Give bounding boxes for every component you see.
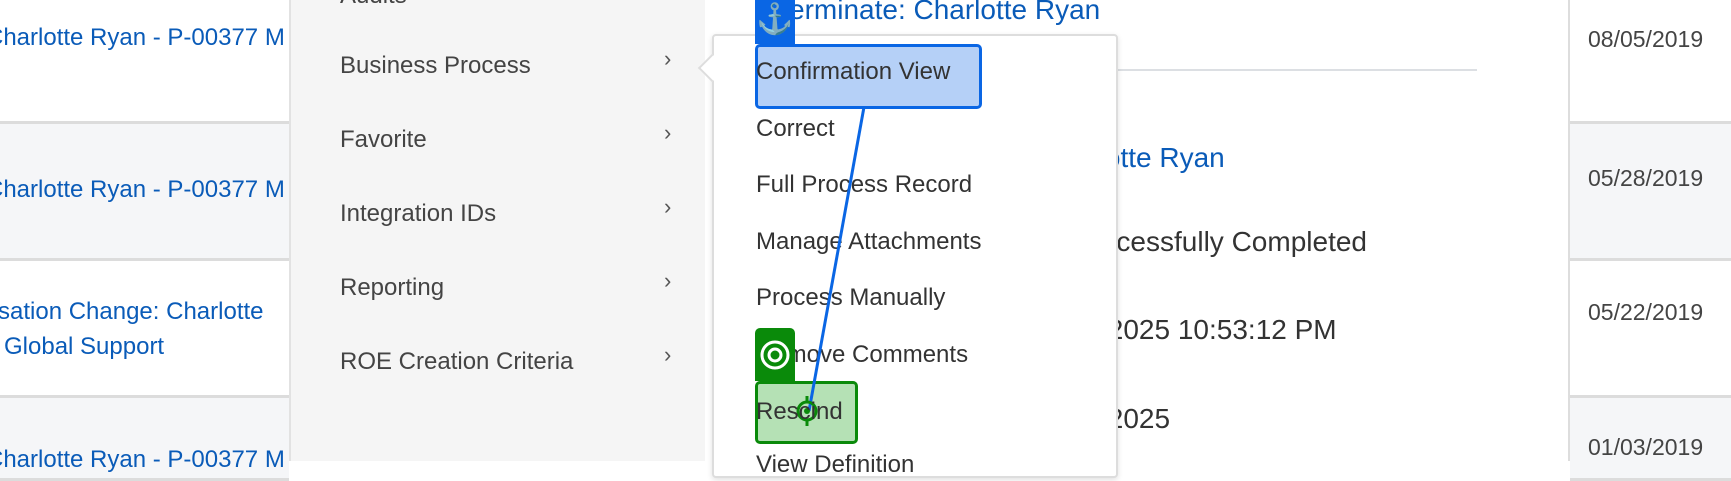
submenu-item-correct[interactable]: Correct bbox=[756, 115, 835, 143]
submenu-item-manage-attachments[interactable]: Manage Attachments bbox=[756, 228, 981, 256]
menu-item-integration-ids[interactable]: Integration IDs bbox=[340, 200, 496, 228]
detail-title[interactable]: Terminate: Charlotte Ryan bbox=[775, 0, 1100, 26]
target-icon bbox=[755, 328, 795, 381]
submenu-item-process-manually[interactable]: Process Manually bbox=[756, 284, 945, 312]
row-link[interactable]: Charlotte Ryan - P-00377 M bbox=[0, 24, 285, 52]
date: 01/03/2019 bbox=[1588, 434, 1704, 460]
chevron-right-icon: › bbox=[664, 46, 672, 71]
menu-item-reporting[interactable]: Reporting bbox=[340, 274, 444, 302]
date-cell: 05/28/2019 bbox=[1570, 124, 1731, 261]
row-link[interactable]: Charlotte Ryan - P-00377 M bbox=[0, 176, 285, 204]
date-cell: 05/22/2019 bbox=[1570, 261, 1731, 398]
submenu-item-full-process-record[interactable]: Full Process Record bbox=[756, 171, 972, 199]
chevron-right-icon: › bbox=[664, 268, 672, 293]
table-row[interactable]: Charlotte Ryan - P-00377 M bbox=[0, 0, 289, 124]
divider bbox=[1100, 69, 1477, 71]
chevron-right-icon: › bbox=[664, 194, 672, 219]
menu-item-business-process[interactable]: Business Process bbox=[340, 52, 531, 80]
date: 05/28/2019 bbox=[1588, 165, 1704, 191]
submenu-item-confirmation-view[interactable]: Confirmation View bbox=[756, 58, 950, 86]
date: 05/22/2019 bbox=[1588, 299, 1704, 325]
table-row[interactable]: sation Change: Charlotte Global Support bbox=[0, 261, 289, 398]
row-link[interactable]: sation Change: Charlotte bbox=[0, 298, 264, 326]
submenu-item-rescind[interactable]: Rescind bbox=[756, 398, 843, 426]
date: 08/05/2019 bbox=[1588, 26, 1704, 52]
date-column: 08/05/2019 05/28/2019 05/22/2019 01/03/2… bbox=[1568, 0, 1731, 481]
date-cell: 08/05/2019 bbox=[1570, 0, 1731, 124]
related-actions-menu: Audits Business Process › Favorite › Int… bbox=[289, 0, 705, 461]
menu-item-favorite[interactable]: Favorite bbox=[340, 126, 427, 154]
chevron-right-icon: › bbox=[664, 120, 672, 145]
menu-item-audits[interactable]: Audits bbox=[340, 0, 407, 10]
row-link[interactable]: Charlotte Ryan - P-00377 M bbox=[0, 446, 285, 474]
row-link-line2[interactable]: Global Support bbox=[4, 333, 164, 361]
anchor-icon: ⚓ bbox=[755, 0, 795, 44]
menu-item-roe-creation-criteria[interactable]: ROE Creation Criteria bbox=[340, 348, 573, 376]
bullseye-icon bbox=[760, 340, 790, 370]
date-cell: 01/03/2019 bbox=[1570, 398, 1731, 481]
table-row[interactable]: Charlotte Ryan - P-00377 M bbox=[0, 398, 289, 481]
submenu-item-view-definition[interactable]: View Definition bbox=[756, 451, 914, 479]
chevron-right-icon: › bbox=[664, 342, 672, 367]
detail-completed: /2025 10:53:12 PM bbox=[1100, 314, 1337, 345]
